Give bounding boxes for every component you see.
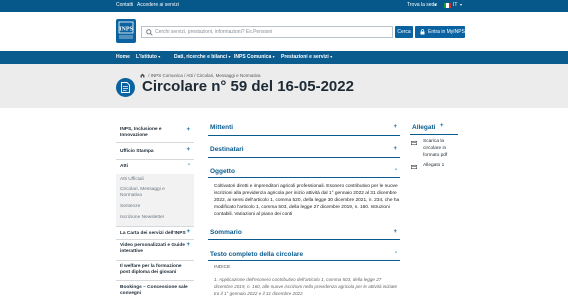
- chevron-down-icon: ▾: [158, 54, 161, 59]
- lock-icon: [420, 29, 425, 35]
- main-nav: Home L'Istituto ▾ Dati, ricerche e bilan…: [0, 51, 568, 64]
- sidebar-subitem-atti-ufficiali[interactable]: Atti Ufficiali: [120, 177, 144, 183]
- expand-plus-icon[interactable]: +: [186, 147, 190, 153]
- search-box[interactable]: [141, 26, 393, 38]
- location-icon[interactable]: ●: [434, 2, 436, 7]
- nav-dati[interactable]: Dati, ricerche e bilanci ▾: [174, 54, 231, 60]
- allegato-pdf-link[interactable]: Scarica la circolare in formato pdf: [423, 138, 461, 160]
- logo-mark: INPS: [118, 21, 133, 39]
- allegati-title: Allegati: [412, 124, 436, 131]
- section-title: Destinatari: [210, 146, 244, 153]
- expand-plus-icon[interactable]: +: [440, 123, 444, 129]
- indice-label: INDICE: [214, 265, 231, 270]
- collapse-minus-icon[interactable]: -: [188, 162, 190, 168]
- pdf-icon: [411, 165, 417, 169]
- nav-istituto[interactable]: L'Istituto ▾: [136, 54, 160, 60]
- login-button-label: Entra in MyINPS: [428, 29, 465, 35]
- indice-text: 1. Applicazione dell'esonero contributiv…: [214, 277, 398, 296]
- pdf-icon: [411, 141, 417, 145]
- sidebar-subitem-circolari[interactable]: Circolari, Messaggi e Normativa: [120, 187, 165, 199]
- nav-dati-label: Dati, ricerche e bilanci: [174, 54, 228, 60]
- login-myinps-button[interactable]: Entra in MyINPS: [415, 26, 465, 38]
- search-input[interactable]: [155, 27, 391, 37]
- expand-plus-icon[interactable]: +: [186, 127, 190, 133]
- expand-plus-icon[interactable]: +: [393, 229, 397, 235]
- nav-prestazioni-label: Prestazioni e servizi: [281, 54, 329, 60]
- nav-inps-comunica[interactable]: INPS Comunica ▾: [234, 54, 275, 60]
- chevron-down-icon: ▾: [330, 54, 333, 59]
- nav-prestazioni[interactable]: Prestazioni e servizi ▾: [281, 54, 332, 60]
- flag-icon: [444, 3, 451, 8]
- section-title: Sommario: [210, 229, 242, 236]
- sidebar-item-label: Il welfare per la formazione post diploma…: [120, 264, 182, 275]
- sidebar-item-label: Video personalizzati e Guide interattive: [120, 243, 185, 254]
- sidebar-item-label: Ufficio Stampa: [120, 149, 154, 154]
- sidebar-item-atti[interactable]: Atti -: [116, 160, 194, 174]
- top-utility-bar: Contatti Accedere ai servizi Trova la se…: [0, 0, 568, 12]
- section-divider: [208, 135, 400, 136]
- sidebar-item-welfare-formazione[interactable]: Il welfare per la formazione post diploma…: [116, 261, 194, 281]
- oggetto-text: Coltivatori diretti e imprenditori agric…: [214, 184, 400, 218]
- sidebar-subitem-sentenze[interactable]: Sentenze: [120, 204, 140, 210]
- expand-plus-icon[interactable]: +: [186, 229, 190, 235]
- section-divider: [208, 157, 400, 158]
- search-icon: [146, 29, 153, 36]
- chevron-down-icon: ▾: [272, 54, 275, 59]
- sidebar-item-bookings[interactable]: Bookings – Concessione sale convegni: [116, 281, 194, 300]
- chevron-down-icon[interactable]: ▾: [460, 2, 462, 7]
- sidebar-item-carta-servizi[interactable]: La Carta dei servizi dell'INPS +: [116, 226, 194, 240]
- sidebar-item-label: La Carta dei servizi dell'INPS: [120, 231, 186, 236]
- document-icon: [116, 78, 135, 97]
- section-title: Mittenti: [210, 124, 234, 131]
- sidebar-atti-submenu: Atti Ufficiali Circolari, Messaggi e Norm…: [116, 174, 194, 226]
- sidebar-item-label: Atti: [120, 164, 128, 169]
- chevron-down-icon: ▾: [228, 54, 231, 59]
- allegato-1-link[interactable]: Allegato 1: [423, 162, 461, 169]
- trova-sede-link[interactable]: Trova la sede: [407, 2, 437, 8]
- accedere-servizi-link[interactable]: Accedere ai servizi: [137, 2, 179, 8]
- nav-home-label: Home: [116, 54, 130, 60]
- section-title: Oggetto: [210, 168, 235, 175]
- section-divider: [208, 239, 400, 240]
- section-title: Testo completo della circolare: [210, 251, 304, 258]
- expand-plus-icon[interactable]: +: [393, 124, 397, 130]
- search-button[interactable]: Cerca: [395, 26, 413, 38]
- nav-inps-comunica-label: INPS Comunica: [234, 54, 272, 60]
- contatti-link[interactable]: Contatti: [116, 2, 133, 8]
- allegati-divider: [410, 134, 458, 135]
- expand-plus-icon[interactable]: +: [186, 242, 190, 248]
- collapse-minus-icon[interactable]: -: [395, 167, 397, 173]
- sidebar-subitem-newsletter[interactable]: Iscrizione Newsletter: [120, 215, 164, 221]
- inps-logo[interactable]: INPS: [116, 19, 136, 43]
- nav-istituto-label: L'Istituto: [136, 54, 157, 60]
- sidebar-item-label: INPS, Inclusione e Innovazione: [120, 127, 162, 138]
- section-divider: [208, 260, 400, 261]
- sidebar-item-label: Bookings – Concessione sale convegni: [120, 285, 188, 296]
- sidebar-item-ufficio-stampa[interactable]: Ufficio Stampa +: [116, 143, 194, 160]
- expand-plus-icon[interactable]: +: [393, 146, 397, 152]
- nav-home[interactable]: Home: [116, 54, 130, 60]
- document-glyph: [121, 82, 130, 93]
- logo-text: INPS: [119, 27, 133, 33]
- sidebar-item-inps-inclusione[interactable]: INPS, Inclusione e Innovazione +: [116, 122, 194, 143]
- collapse-minus-icon[interactable]: -: [395, 250, 397, 256]
- sidebar-item-video-guide[interactable]: Video personalizzati e Guide interattive …: [116, 240, 194, 261]
- language-selector[interactable]: IT: [453, 2, 457, 8]
- page-title: Circolare n° 59 del 16-05-2022: [142, 78, 354, 95]
- section-divider: [208, 177, 400, 178]
